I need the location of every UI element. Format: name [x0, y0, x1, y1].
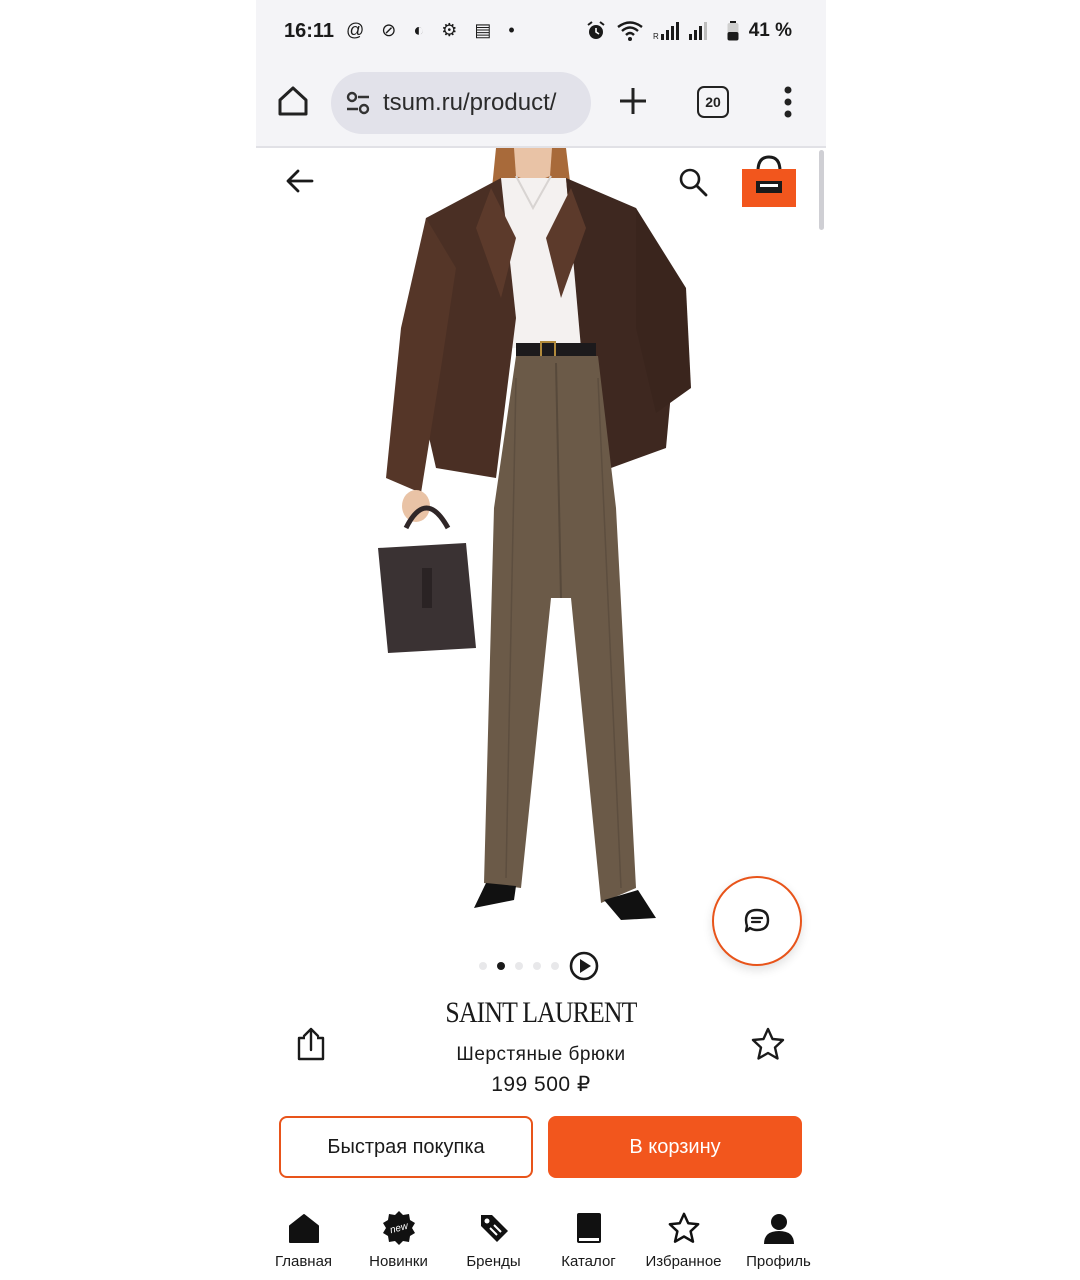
- page-scrollbar[interactable]: [819, 150, 824, 230]
- alarm-icon: [587, 21, 605, 39]
- battery-percent: 41 %: [748, 20, 792, 41]
- tag-icon: [474, 1208, 514, 1248]
- gallery-dot[interactable]: [497, 962, 505, 970]
- nav-item-catalog[interactable]: Каталог: [541, 1196, 636, 1280]
- chat-button[interactable]: [712, 876, 802, 966]
- nav-label-catalog: Каталог: [561, 1253, 616, 1270]
- nav-item-new[interactable]: new Новинки: [351, 1196, 446, 1280]
- system-tray: R 41 %: [585, 20, 792, 42]
- gallery-dot[interactable]: [551, 962, 559, 970]
- tabs-switcher-button[interactable]: 20: [697, 86, 729, 118]
- url-text: tsum.ru/product/: [383, 89, 557, 116]
- nav-label-home: Главная: [274, 1253, 333, 1270]
- product-name: Шерстяные брюки: [456, 1044, 626, 1065]
- bottom-navigation: Главная new Новинки Бренды Каталог Избра…: [256, 1196, 826, 1280]
- shopping-bag-icon[interactable]: [742, 155, 796, 209]
- brand-logo[interactable]: SAINT LAURENT: [434, 996, 649, 1030]
- search-icon[interactable]: [677, 166, 709, 198]
- nav-item-profile[interactable]: Профиль: [731, 1196, 826, 1280]
- nav-label-favorites: Избранное: [645, 1253, 722, 1270]
- notification-icons: @ ⊘ ◐ ⚙ ▤ •: [346, 20, 521, 40]
- nav-item-favorites[interactable]: Избранное: [636, 1196, 731, 1280]
- new-badge-icon: new: [379, 1208, 419, 1248]
- home-button[interactable]: [276, 84, 310, 118]
- gallery-dots: [479, 962, 559, 970]
- nav-label-profile: Профиль: [746, 1253, 811, 1270]
- favorite-star-icon[interactable]: [750, 1026, 786, 1062]
- gallery-dot[interactable]: [479, 962, 487, 970]
- browser-toolbar: tsum.ru/product/ 20: [256, 66, 826, 148]
- product-photo[interactable]: [366, 148, 696, 928]
- play-video-icon[interactable]: [569, 951, 599, 981]
- nav-item-home[interactable]: Главная: [256, 1196, 351, 1280]
- site-settings-icon[interactable]: [345, 90, 371, 116]
- svg-text:R: R: [653, 32, 659, 41]
- star-icon: [664, 1208, 704, 1248]
- more-menu-icon[interactable]: [778, 84, 798, 120]
- nav-label-brands: Бренды: [466, 1253, 521, 1270]
- gallery-dot[interactable]: [515, 962, 523, 970]
- back-arrow-icon[interactable]: [284, 165, 316, 197]
- status-time: 16:11: [284, 20, 335, 42]
- chat-icon: [744, 908, 770, 933]
- home-icon: [284, 1208, 324, 1248]
- battery-icon: [727, 21, 739, 41]
- address-bar[interactable]: tsum.ru/product/: [331, 72, 591, 134]
- quick-buy-button[interactable]: Быстрая покупка: [279, 1116, 533, 1178]
- nav-item-brands[interactable]: Бренды: [446, 1196, 541, 1280]
- nav-label-new: Новинки: [369, 1253, 428, 1270]
- share-icon[interactable]: [294, 1026, 328, 1062]
- wifi-icon: [616, 21, 643, 41]
- product-price: 199 500 ₽: [491, 1073, 591, 1096]
- book-icon: [569, 1208, 609, 1248]
- signal-icon: R: [653, 22, 707, 41]
- add-to-cart-button[interactable]: В корзину: [548, 1116, 802, 1178]
- profile-icon: [759, 1208, 799, 1248]
- new-tab-button[interactable]: [616, 84, 650, 118]
- phone-screen: 16:11 @ ⊘ ◐ ⚙ ▤ • R 41 % tsum.ru/product…: [256, 0, 826, 1280]
- gallery-dot[interactable]: [533, 962, 541, 970]
- status-bar: 16:11 @ ⊘ ◐ ⚙ ▤ • R 41 %: [256, 0, 826, 66]
